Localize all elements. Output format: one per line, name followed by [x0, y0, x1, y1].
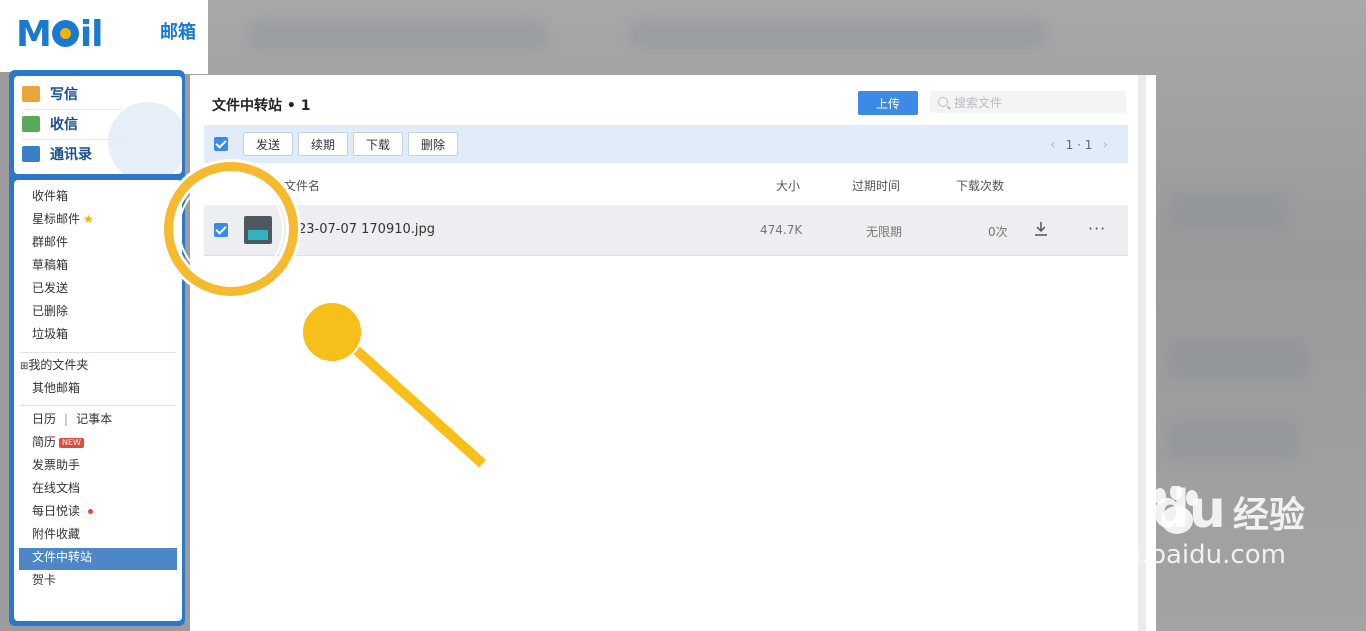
search-placeholder: 搜索文件	[954, 95, 1003, 110]
calendar-notes-row: 日历 | 记事本	[32, 412, 113, 426]
select-all-checkbox[interactable]	[214, 137, 228, 151]
unread-dot	[88, 509, 94, 514]
folder-starred[interactable]: 星标邮件 ★	[32, 209, 94, 229]
highlight-inner-ring	[178, 176, 284, 282]
folder-invoice[interactable]: 发票助手	[32, 455, 80, 475]
file-name[interactable]: 23-07-07 170910.jpg	[298, 222, 435, 237]
header-downloads: 下载次数	[956, 179, 1005, 193]
delete-button[interactable]: 删除	[408, 132, 459, 156]
folder-group[interactable]: 群邮件	[32, 232, 68, 252]
folder-attachments[interactable]: 附件收藏	[32, 524, 80, 544]
more-options-icon[interactable]: ···	[1088, 219, 1106, 238]
page-title: 文件中转站 • 1	[212, 98, 311, 114]
contacts-label: 通讯录	[50, 147, 92, 163]
download-icon[interactable]	[1034, 221, 1048, 237]
search-input[interactable]: 搜索文件	[930, 91, 1126, 113]
compose-label: 写信	[50, 87, 78, 103]
header-filename: 文件名	[284, 179, 321, 193]
table-header: 文件名 大小 过期时间 下载次数	[204, 171, 1128, 199]
folder-deleted[interactable]: 已删除	[32, 301, 68, 321]
folder-drafts[interactable]: 草稿箱	[32, 255, 68, 275]
table-row[interactable]: 23-07-07 170910.jpg 474.7K 无限期 0次 ···	[204, 205, 1128, 256]
renew-button[interactable]: 续期	[298, 132, 349, 156]
folder-sent[interactable]: 已发送	[32, 278, 68, 298]
upload-button[interactable]: 上传	[858, 91, 918, 115]
next-page-icon[interactable]: ›	[1102, 137, 1108, 153]
download-button[interactable]: 下载	[353, 132, 404, 156]
baidu-watermark: Bai du 经验 jingyan.baidu.com	[1046, 480, 1305, 570]
resume-label: 简历	[32, 435, 57, 449]
watermark-brand: Bai du	[1046, 480, 1226, 540]
file-size: 474.7K	[760, 223, 803, 237]
notes-link[interactable]: 记事本	[76, 412, 112, 426]
daily-label: 每日悦读	[32, 504, 81, 518]
folder-docs[interactable]: 在线文档	[32, 478, 80, 498]
my-folders-label: 我的文件夹	[28, 358, 89, 372]
folder-inbox[interactable]: 收件箱	[32, 186, 68, 206]
search-icon	[938, 97, 948, 107]
penguin-decoration	[108, 102, 182, 174]
file-expire: 无限期	[866, 225, 903, 239]
mailbox-title: 邮箱	[160, 22, 196, 43]
receive-label: 收信	[50, 117, 78, 133]
quick-actions: 写信 收信 通讯录	[14, 76, 182, 174]
toolbar: 发送 续期 下载 删除 ‹ 1 · 1 ›	[204, 125, 1128, 163]
contacts-button[interactable]: 通讯录	[22, 140, 92, 168]
compose-button[interactable]: 写信	[22, 80, 78, 108]
file-download-count: 0次	[988, 225, 1008, 239]
folder-my-folders[interactable]: ⊞我的文件夹	[20, 355, 88, 375]
contacts-icon	[22, 146, 40, 162]
folder-other-mailboxes[interactable]: 其他邮箱	[32, 378, 80, 398]
header-expire: 过期时间	[852, 179, 901, 193]
receive-button[interactable]: 收信	[22, 110, 78, 138]
pointer-dot	[301, 301, 363, 363]
page-indicator: 1 · 1	[1065, 138, 1093, 152]
watermark-cn: 经验	[1232, 495, 1305, 536]
prev-page-icon[interactable]: ‹	[1050, 137, 1056, 153]
watermark-url: jingyan.baidu.com	[1046, 540, 1286, 570]
folder-spam[interactable]: 垃圾箱	[32, 324, 68, 344]
qq-mail-logo[interactable]: Mil	[16, 14, 104, 55]
folder-starred-label: 星标邮件	[32, 212, 81, 226]
star-icon: ★	[83, 212, 94, 226]
inbox-download-icon	[22, 116, 40, 132]
pager: ‹ 1 · 1 ›	[1050, 137, 1108, 153]
folder-resume[interactable]: 简历 NEW	[32, 432, 84, 452]
folder-list: 收件箱 星标邮件 ★ 群邮件 草稿箱 已发送 已删除 垃圾箱 ⊞我的文件夹 其他邮…	[14, 180, 182, 621]
calendar-link[interactable]: 日历	[32, 412, 56, 426]
send-button[interactable]: 发送	[243, 132, 294, 156]
folder-cards[interactable]: 贺卡	[32, 570, 56, 590]
folder-daily[interactable]: 每日悦读	[32, 501, 94, 521]
header-size: 大小	[776, 179, 801, 193]
new-badge: NEW	[59, 437, 84, 448]
folder-transfer[interactable]: 文件中转站	[32, 547, 92, 567]
compose-icon	[22, 86, 40, 102]
